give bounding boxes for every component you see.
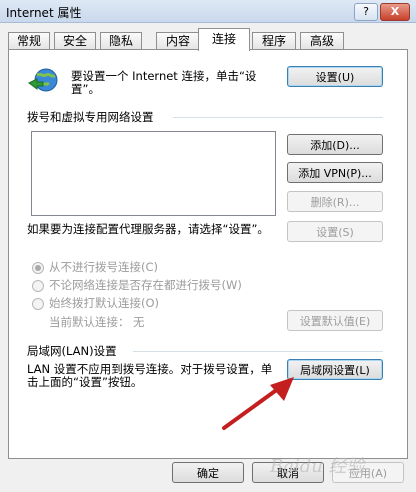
radio-dial-whenever-label: 不论网络连接是否存在都进行拨号(W) [49,278,242,292]
lan-divider [133,351,383,352]
lan-heading: 局域网(LAN)设置 [27,344,117,358]
radio-never-dial-label: 从不进行拨号连接(C) [49,260,159,274]
lan-settings-button[interactable]: 局域网设置(L) [287,359,383,380]
tab-content[interactable]: 内容 [156,32,200,50]
tab-privacy[interactable]: 隐私 [100,32,142,50]
proxy-description: 如果要为连接配置代理服务器，请选择“设置”。 [27,222,269,236]
dialup-heading: 拨号和虚拟专用网络设置 [27,110,154,124]
window-title: Internet 属性 [6,6,82,20]
radio-dial-whenever[interactable] [32,280,44,292]
connections-list[interactable] [31,131,276,216]
remove-button[interactable]: 删除(R)... [287,191,383,212]
tab-security[interactable]: 安全 [54,32,96,50]
red-arrow-annotation [222,377,294,430]
setup-description: 要设置一个 Internet 连接，单击“设置”。 [71,69,257,96]
add-vpn-button[interactable]: 添加 VPN(P)... [287,162,383,183]
baidu-watermark: Baidu 经验 [270,456,365,477]
add-button[interactable]: 添加(D)... [287,134,383,155]
tab-programs[interactable]: 程序 [252,32,296,50]
settings-button[interactable]: 设置(S) [287,221,383,242]
current-default-value: 无 [133,315,145,329]
dialup-divider [173,117,383,118]
connections-panel: 要设置一个 Internet 连接，单击“设置”。 设置(U) 拨号和虚拟专用网… [8,49,408,459]
tab-connections[interactable]: 连接 [198,28,250,51]
set-default-button[interactable]: 设置默认值(E) [287,310,383,331]
globe-network-icon [28,68,58,92]
tab-advanced[interactable]: 高级 [300,32,344,50]
title-bar: Internet 属性 ? X [0,0,416,23]
ok-button[interactable]: 确定 [172,462,244,483]
tab-general[interactable]: 常规 [8,32,50,50]
radio-always-dial-label: 始终拨打默认连接(O) [49,296,160,310]
help-button[interactable]: ? [354,3,378,21]
setup-button[interactable]: 设置(U) [287,66,383,87]
close-button[interactable]: X [380,3,410,21]
radio-always-dial[interactable] [32,298,44,310]
radio-never-dial[interactable] [32,262,44,274]
current-default-label: 当前默认连接： [49,315,130,329]
